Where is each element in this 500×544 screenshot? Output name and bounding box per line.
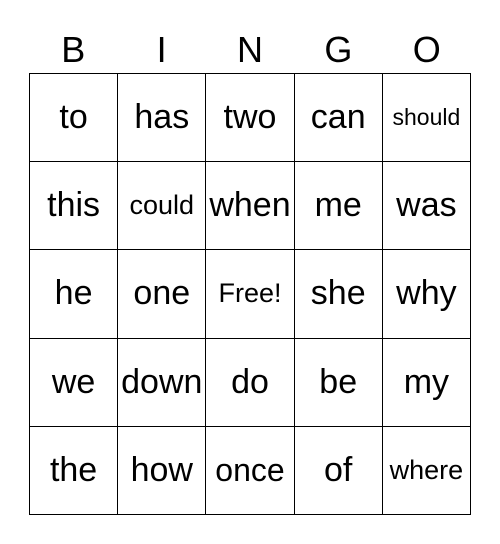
- bingo-cell[interactable]: to: [30, 74, 119, 163]
- bingo-cell[interactable]: of: [294, 426, 383, 515]
- bingo-cell[interactable]: be: [294, 338, 383, 427]
- bingo-cell[interactable]: my: [382, 338, 471, 427]
- bingo-cell[interactable]: Free!: [206, 250, 295, 339]
- bingo-cell[interactable]: two: [206, 74, 295, 163]
- bingo-cell[interactable]: should: [382, 74, 471, 163]
- bingo-cell[interactable]: could: [118, 162, 207, 251]
- bingo-cell[interactable]: me: [294, 162, 383, 251]
- bingo-grid: to has two can should this could when me was he one…: [29, 73, 471, 515]
- bingo-cell[interactable]: how: [118, 426, 207, 515]
- bingo-cell[interactable]: we: [30, 338, 119, 427]
- header-letter: O: [412, 29, 441, 70]
- bingo-cell[interactable]: one: [118, 250, 207, 339]
- bingo-cell[interactable]: why: [382, 250, 471, 339]
- bingo-cell[interactable]: the: [30, 426, 119, 515]
- bingo-cell[interactable]: this: [30, 162, 119, 251]
- bingo-cell[interactable]: once: [206, 426, 295, 515]
- bingo-cell[interactable]: has: [118, 74, 207, 163]
- bingo-header: BINGO: [29, 28, 471, 72]
- bingo-cell[interactable]: he: [30, 250, 119, 339]
- bingo-cell[interactable]: she: [294, 250, 383, 339]
- bingo-cell[interactable]: where: [382, 426, 471, 515]
- header-letter: B: [61, 29, 86, 70]
- bingo-cell[interactable]: do: [206, 338, 295, 427]
- header-letter: N: [236, 29, 263, 70]
- bingo-cell[interactable]: was: [382, 162, 471, 251]
- header-letter: I: [156, 29, 167, 70]
- bingo-cell[interactable]: when: [206, 162, 295, 251]
- header-letter: G: [324, 29, 353, 70]
- bingo-cell[interactable]: down: [118, 338, 207, 427]
- bingo-cell[interactable]: can: [294, 74, 383, 163]
